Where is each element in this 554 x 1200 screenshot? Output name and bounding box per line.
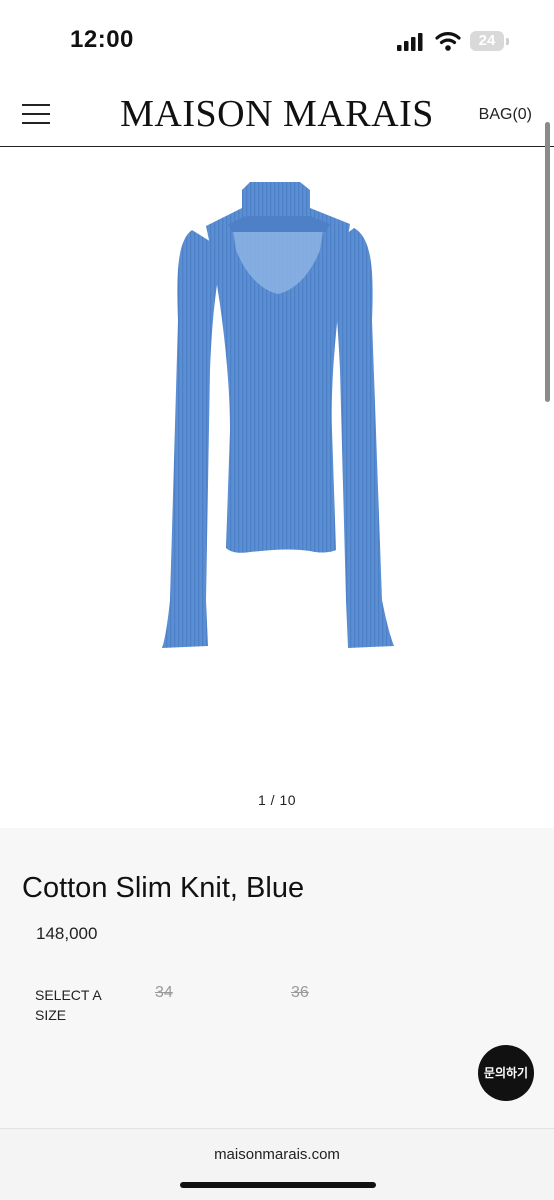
url-text[interactable]: maisonmarais.com <box>0 1146 554 1163</box>
site-header: MAISON MARAIS BAG(0) <box>0 80 554 147</box>
gallery-counter: 1 / 10 <box>257 792 297 808</box>
brand-logo[interactable]: MAISON MARAIS <box>0 92 554 136</box>
battery-level-text: 24 <box>478 32 496 49</box>
product-title: Cotton Slim Knit, Blue <box>22 872 305 904</box>
battery-nub <box>506 38 509 45</box>
battery-icon: 24 <box>470 31 504 51</box>
product-page: 12:00 24 MAISON MARAIS BAG(0) 1 / 10 Cot… <box>0 0 554 1200</box>
product-price: 148,000 <box>36 924 98 943</box>
home-indicator[interactable] <box>180 1182 376 1188</box>
wifi-icon <box>435 32 461 51</box>
size-option-36[interactable]: 36 <box>291 984 309 1002</box>
status-bar: 12:00 24 <box>0 0 554 80</box>
browser-address-bar[interactable]: maisonmarais.com <box>0 1128 554 1200</box>
bag-link[interactable]: BAG(0) <box>479 106 532 124</box>
scrollbar-thumb[interactable] <box>545 122 550 402</box>
signal-icon <box>397 33 423 51</box>
product-info-panel: Cotton Slim Knit, Blue 148,000 SELECT A … <box>0 828 554 1128</box>
size-label: SELECT A SIZE <box>35 987 101 1023</box>
status-time: 12:00 <box>70 26 134 53</box>
size-option-34[interactable]: 34 <box>155 984 173 1002</box>
inquiry-chat-button[interactable]: 문의하기 <box>478 1045 534 1101</box>
page-scrollbar[interactable] <box>545 122 550 402</box>
product-image[interactable] <box>150 180 410 660</box>
